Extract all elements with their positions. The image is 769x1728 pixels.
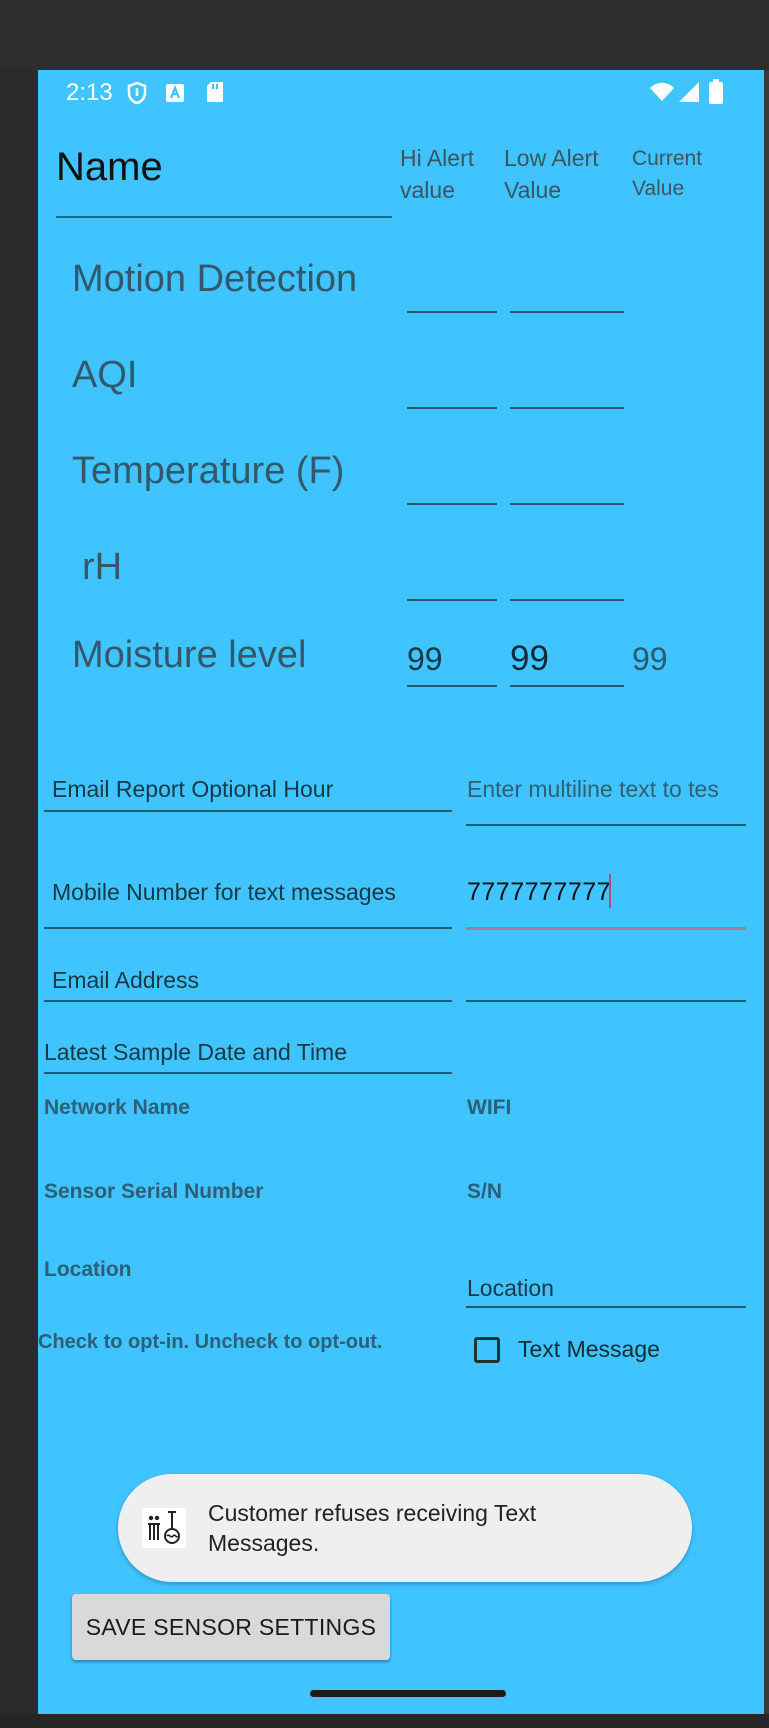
sensor-serial-label: Sensor Serial Number xyxy=(44,1180,264,1203)
toast-notification: Customer refuses receiving Text Messages… xyxy=(118,1474,692,1582)
right-edge xyxy=(764,70,769,1720)
row-label-motion: Motion Detection xyxy=(72,258,358,300)
hi-alert-header: Hi Alert value xyxy=(400,142,474,206)
low-input-temperature[interactable] xyxy=(510,503,624,505)
text-message-label[interactable]: Text Message xyxy=(518,1336,660,1363)
row-label-rh: rH xyxy=(82,546,123,588)
email-report-hour-input[interactable]: Email Report Optional Hour xyxy=(52,776,333,803)
low-alert-header-line1: Low Alert xyxy=(504,145,599,171)
location-input[interactable]: Location xyxy=(467,1275,554,1302)
current-value-moisture: 99 xyxy=(632,641,668,677)
row-label-temperature: Temperature (F) xyxy=(72,450,345,492)
shield-icon xyxy=(127,81,147,105)
current-value-header: Current Value xyxy=(632,144,702,204)
row-label-moisture: Moisture level xyxy=(72,634,307,676)
app-screen: 2:13 Name Hi Alert value Low Alert Value… xyxy=(38,70,764,1714)
low-input-rh[interactable] xyxy=(510,599,624,601)
email-address-input[interactable]: Email Address xyxy=(52,967,199,994)
hi-alert-header-line2: value xyxy=(400,177,455,203)
email-report-hour-underline xyxy=(44,810,452,812)
hi-input-temperature[interactable] xyxy=(407,503,497,505)
wifi-icon xyxy=(650,82,674,101)
home-gesture-bar[interactable] xyxy=(310,1690,506,1697)
bottom-edge xyxy=(0,1714,769,1728)
app-icon xyxy=(142,1508,186,1548)
hi-input-motion[interactable] xyxy=(407,311,497,313)
low-input-motion[interactable] xyxy=(510,311,624,313)
sensor-serial-value: S/N xyxy=(467,1180,503,1203)
window-top-bar xyxy=(0,0,769,70)
row-label-aqi: AQI xyxy=(72,354,138,396)
text-message-checkbox[interactable] xyxy=(474,1337,500,1363)
location-underline xyxy=(466,1306,746,1308)
hi-input-moisture-underline xyxy=(407,685,497,687)
email-address-underline xyxy=(44,1000,452,1002)
battery-icon xyxy=(709,79,723,104)
email-address-value-underline[interactable] xyxy=(466,1000,746,1002)
network-name-value: WIFI xyxy=(467,1096,512,1119)
save-sensor-settings-button[interactable]: SAVE SENSOR SETTINGS xyxy=(72,1594,390,1660)
latest-sample-input[interactable]: Latest Sample Date and Time xyxy=(44,1039,347,1066)
network-name-label: Network Name xyxy=(44,1096,190,1119)
text-cursor xyxy=(609,874,611,908)
signal-icon xyxy=(679,82,699,102)
low-input-aqi[interactable] xyxy=(510,407,624,409)
multiline-text-underline xyxy=(466,824,746,826)
low-alert-header: Low Alert Value xyxy=(504,142,599,206)
sd-card-icon xyxy=(207,82,223,102)
current-header-line1: Current xyxy=(632,147,703,170)
status-time: 2:13 xyxy=(66,79,113,106)
low-value-moisture[interactable]: 99 xyxy=(510,639,549,679)
location-label: Location xyxy=(44,1258,132,1281)
mobile-number-label[interactable]: Mobile Number for text messages xyxy=(52,879,396,906)
mobile-number-label-underline xyxy=(44,927,452,929)
opt-in-instructions: Check to opt-in. Uncheck to opt-out. xyxy=(38,1331,383,1353)
name-field[interactable]: Name xyxy=(56,145,163,190)
left-edge xyxy=(0,70,38,1728)
low-input-moisture-underline xyxy=(510,685,624,687)
low-alert-header-line2: Value xyxy=(504,177,562,203)
a-badge-icon xyxy=(166,84,184,102)
hi-input-aqi[interactable] xyxy=(407,407,497,409)
latest-sample-underline xyxy=(44,1072,452,1074)
current-header-line2: Value xyxy=(632,177,685,200)
mobile-number-input[interactable]: 7777777777 xyxy=(467,878,611,907)
name-field-underline xyxy=(56,216,392,218)
hi-input-rh[interactable] xyxy=(407,599,497,601)
toast-message: Customer refuses receiving Text Messages… xyxy=(208,1500,537,1556)
mobile-number-focused-underline xyxy=(466,927,746,930)
multiline-text-input[interactable]: Enter multiline text to tes xyxy=(467,776,722,803)
hi-value-moisture[interactable]: 99 xyxy=(407,641,443,678)
hi-alert-header-line1: Hi Alert xyxy=(400,145,475,171)
